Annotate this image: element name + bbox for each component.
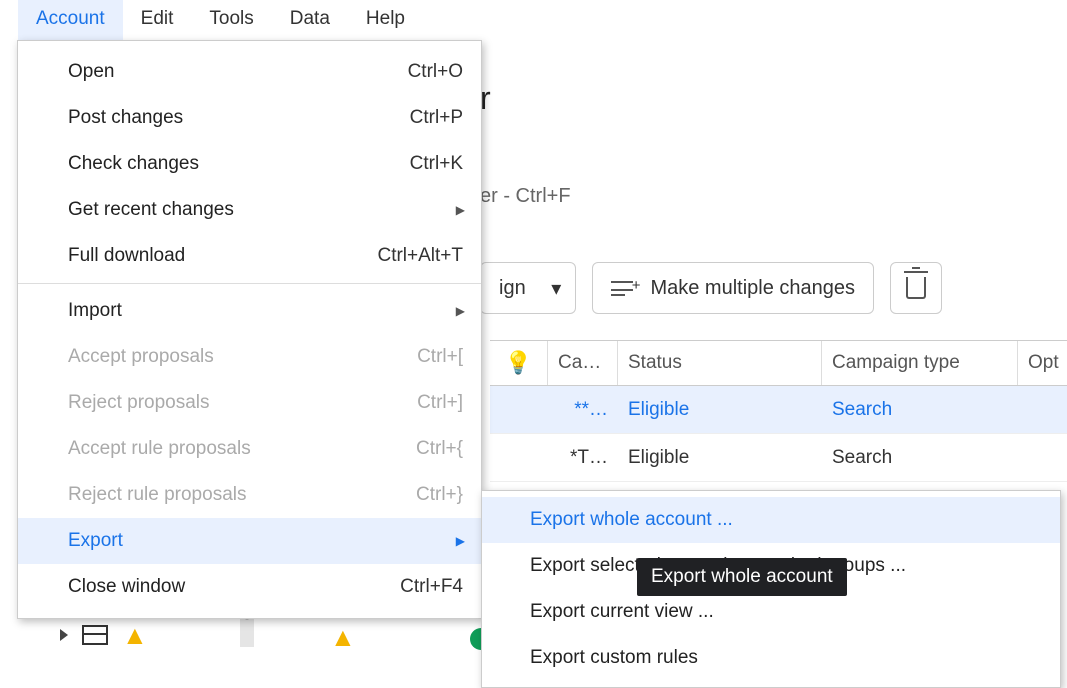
tooltip: Export whole account — [637, 558, 847, 596]
menu-close-window[interactable]: Close window Ctrl+F4 — [18, 564, 481, 610]
toolbar: ign ▾ + Make multiple changes — [480, 262, 942, 314]
table-row[interactable]: *T… Eligible Search — [490, 434, 1067, 482]
menu-label: Reject rule proposals — [68, 484, 396, 506]
menu-import[interactable]: Import▶ — [18, 288, 481, 334]
menu-label: Reject proposals — [68, 392, 397, 414]
column-opt[interactable]: Opt — [1018, 341, 1067, 385]
menu-accept-rule-proposals: Accept rule proposals Ctrl+{ — [18, 426, 481, 472]
add-campaign-button[interactable]: ign — [480, 262, 539, 314]
list-icon — [611, 281, 633, 296]
tree-row[interactable]: ▲ — [60, 615, 148, 655]
menu-label: Check changes — [68, 153, 390, 175]
campaign-icon — [82, 625, 108, 645]
add-campaign-split-button: ign ▾ — [480, 262, 576, 314]
trash-icon — [906, 277, 926, 299]
menu-label: Get recent changes — [68, 199, 463, 221]
menu-shortcut: Ctrl+[ — [417, 346, 463, 368]
menu-label: Export — [68, 530, 463, 552]
cell-status: Eligible — [618, 447, 822, 469]
campaigns-table: 💡 Ca… Status Campaign type Opt **… Eligi… — [490, 340, 1067, 482]
menu-check-changes[interactable]: Check changes Ctrl+K — [18, 141, 481, 187]
cell-status: Eligible — [618, 399, 822, 421]
menu-shortcut: Ctrl+{ — [416, 438, 463, 460]
filter-hint[interactable]: er - Ctrl+F — [480, 185, 571, 208]
menu-shortcut: Ctrl+Alt+T — [377, 245, 463, 267]
submenu-label: Export custom rules — [530, 647, 1042, 669]
warning-icon: ▲ — [330, 624, 356, 650]
plus-icon: + — [632, 277, 641, 294]
chevron-right-icon: ▶ — [456, 304, 465, 318]
menu-export[interactable]: Export▶ — [18, 518, 481, 564]
menu-label: Accept rule proposals — [68, 438, 396, 460]
menubar: Account Edit Tools Data Help — [0, 0, 1067, 40]
menu-label: Full download — [68, 245, 357, 267]
menu-shortcut: Ctrl+} — [416, 484, 463, 506]
submenu-label: Export current view ... — [530, 601, 1042, 623]
menu-post-changes[interactable]: Post changes Ctrl+P — [18, 95, 481, 141]
warning-icon: ▲ — [122, 622, 148, 648]
menu-shortcut: Ctrl+K — [410, 153, 463, 175]
menu-get-recent[interactable]: Get recent changes▶ — [18, 187, 481, 233]
submenu-export-whole-account[interactable]: Export whole account ... — [482, 497, 1060, 543]
lightbulb-icon: 💡 — [505, 350, 532, 376]
button-label: ign — [499, 277, 526, 300]
menubar-item-edit[interactable]: Edit — [123, 0, 192, 40]
menu-label: Post changes — [68, 107, 390, 129]
menu-shortcut: Ctrl+] — [417, 392, 463, 414]
add-campaign-caret[interactable]: ▾ — [538, 262, 576, 314]
column-recommendations[interactable]: 💡 — [490, 341, 548, 385]
column-campaign-type[interactable]: Campaign type — [822, 341, 1018, 385]
menu-shortcut: Ctrl+F4 — [400, 576, 463, 598]
menubar-item-account[interactable]: Account — [18, 0, 123, 40]
menu-label: Import — [68, 300, 463, 322]
cell-type: Search — [822, 399, 1018, 421]
menu-label: Accept proposals — [68, 346, 397, 368]
menu-label: Open — [68, 61, 388, 83]
caret-down-icon: ▾ — [551, 276, 561, 301]
menu-full-download[interactable]: Full download Ctrl+Alt+T — [18, 233, 481, 279]
submenu-export-custom-rules[interactable]: Export custom rules — [482, 635, 1060, 681]
table-row[interactable]: **… Eligible Search — [490, 386, 1067, 434]
chevron-right-icon: ▶ — [456, 203, 465, 217]
menubar-item-tools[interactable]: Tools — [191, 0, 271, 40]
make-multiple-changes-button[interactable]: + Make multiple changes — [592, 262, 874, 314]
menu-separator — [18, 283, 481, 284]
cell-campaign: *T… — [548, 447, 618, 469]
delete-button[interactable] — [890, 262, 942, 314]
menubar-item-data[interactable]: Data — [272, 0, 348, 40]
submenu-label: Export whole account ... — [530, 509, 1042, 531]
chevron-right-icon: ▶ — [456, 534, 465, 548]
menubar-item-help[interactable]: Help — [348, 0, 423, 40]
expand-icon[interactable] — [60, 629, 68, 641]
button-label: Make multiple changes — [650, 277, 855, 300]
menu-label: Close window — [68, 576, 380, 598]
menu-accept-proposals: Accept proposals Ctrl+[ — [18, 334, 481, 380]
column-status[interactable]: Status — [618, 341, 822, 385]
menu-open[interactable]: Open Ctrl+O — [18, 49, 481, 95]
menu-shortcut: Ctrl+P — [410, 107, 463, 129]
table-header: 💡 Ca… Status Campaign type Opt — [490, 340, 1067, 386]
column-campaign[interactable]: Ca… — [548, 341, 618, 385]
menu-shortcut: Ctrl+O — [408, 61, 463, 83]
menu-reject-proposals: Reject proposals Ctrl+] — [18, 380, 481, 426]
menu-reject-rule-proposals: Reject rule proposals Ctrl+} — [18, 472, 481, 518]
cell-campaign: **… — [548, 399, 618, 421]
cell-type: Search — [822, 447, 1018, 469]
account-menu: Open Ctrl+O Post changes Ctrl+P Check chan… — [17, 40, 482, 619]
